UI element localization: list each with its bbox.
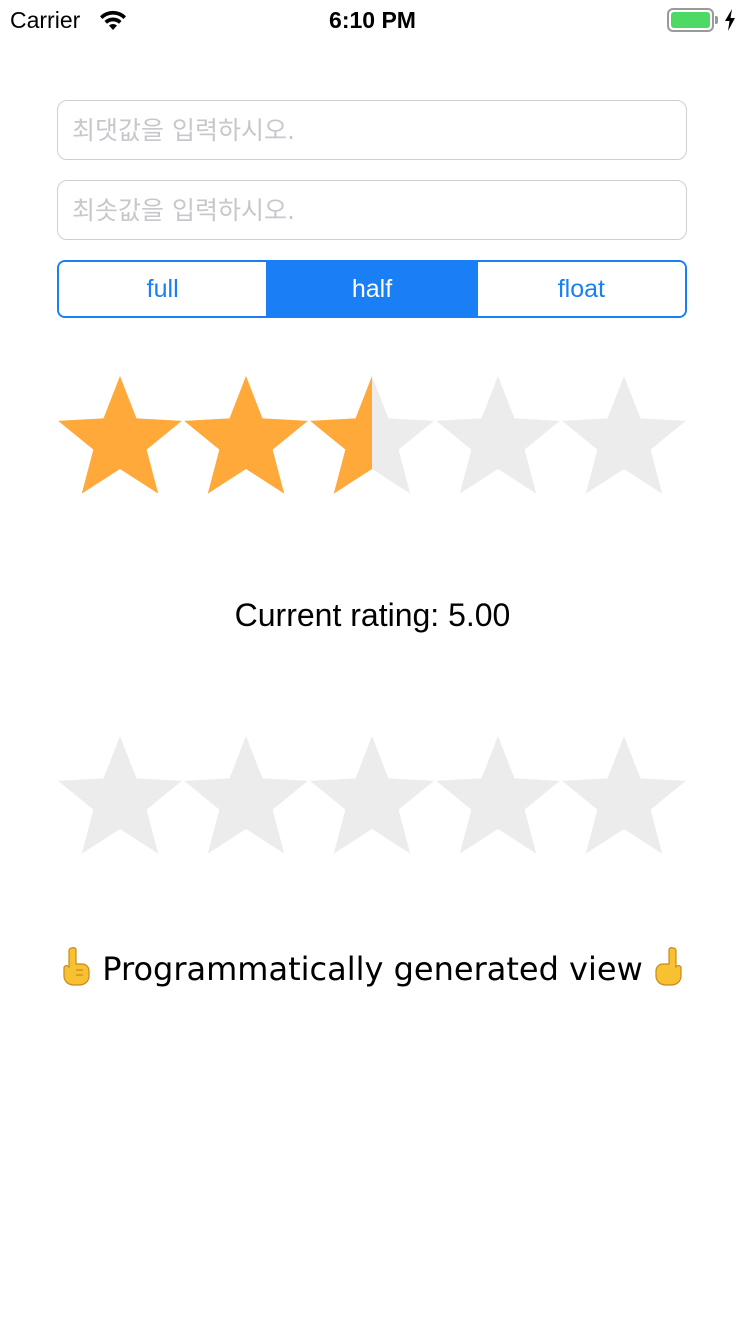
status-bar: Carrier 6:10 PM — [0, 0, 745, 42]
segment-half[interactable]: half — [268, 262, 478, 316]
rating-mode-segmented-control: full half float — [57, 260, 687, 318]
star-5[interactable] — [562, 376, 686, 494]
status-time: 6:10 PM — [329, 7, 416, 33]
star-4[interactable] — [436, 736, 560, 854]
battery-icon — [667, 8, 718, 32]
min-value-input[interactable] — [57, 180, 687, 240]
star-1[interactable] — [58, 736, 182, 854]
pointing-up-hand-icon — [63, 947, 90, 986]
current-rating-label: Current rating: 5.00 — [234, 597, 511, 633]
star-3[interactable] — [310, 736, 434, 854]
app-screen: Carrier 6:10 PM full half float Current … — [0, 0, 745, 1331]
star-4[interactable] — [436, 376, 560, 494]
star-2[interactable] — [184, 736, 308, 854]
generated-view-label: Programmatically generated view — [0, 946, 745, 988]
generated-star-rating-view[interactable] — [57, 733, 687, 863]
pointing-up-hand-icon — [655, 947, 682, 986]
segment-float[interactable]: float — [477, 262, 685, 316]
star-1[interactable] — [58, 376, 182, 494]
charging-bolt-icon — [725, 9, 735, 31]
segment-full[interactable]: full — [59, 262, 269, 316]
max-value-input[interactable] — [57, 100, 687, 160]
star-3[interactable] — [310, 376, 434, 494]
star-rating-view[interactable] — [57, 373, 687, 503]
star-5[interactable] — [562, 736, 686, 854]
generated-view-text: Programmatically generated view — [102, 950, 643, 988]
star-2[interactable] — [184, 376, 308, 494]
